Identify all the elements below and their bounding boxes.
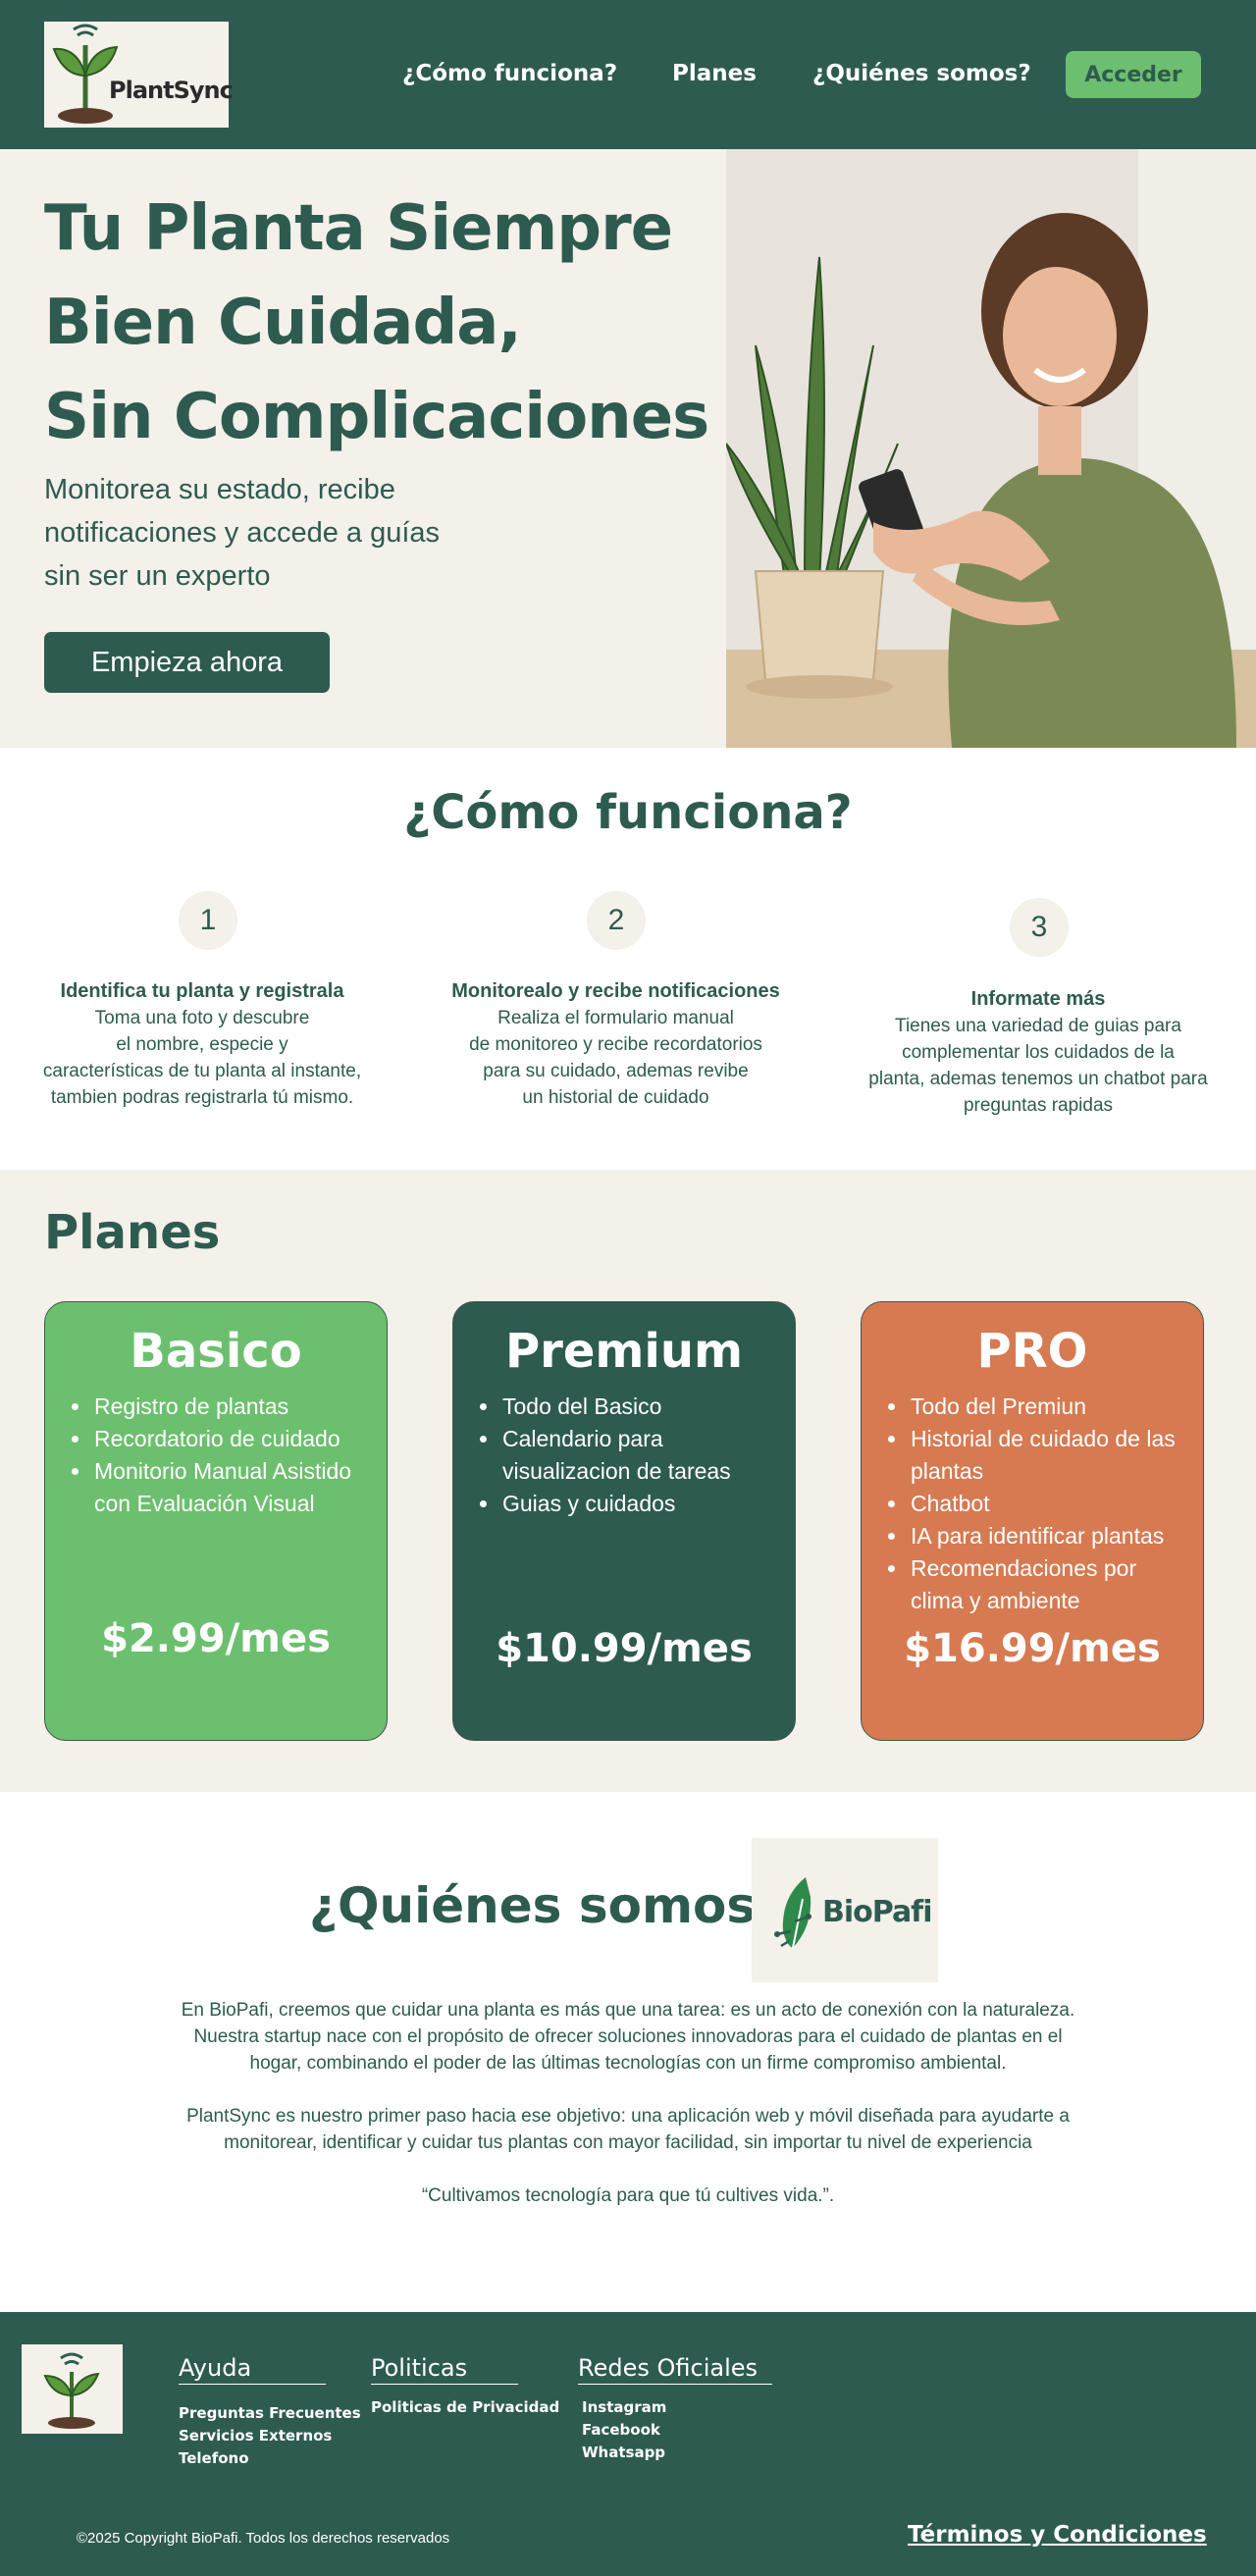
step-text-line: Toma una foto y descubre (94, 1008, 310, 1028)
step-text-line: Tienes una variedad de guias para (895, 1016, 1181, 1036)
hero-title-line: Sin Complicaciones (44, 381, 709, 453)
plan-features: Todo del Basico Calendario para visualiz… (500, 1391, 785, 1520)
about-line: hogar, combinando el poder de las última… (249, 2053, 1007, 2074)
footer-link[interactable]: Facebook (582, 2419, 666, 2442)
plantsync-logo[interactable]: PlantSync (44, 22, 234, 128)
about-line: PlantSync es nuestro primer paso hacia e… (186, 2106, 1070, 2127)
hero-section: Tu Planta Siempre Bien Cuidada, Sin Comp… (0, 149, 1256, 748)
hero-title-line: Tu Planta Siempre (44, 192, 673, 265)
footer-link[interactable]: Instagram (582, 2396, 666, 2419)
step-text-line: planta, ademas tenemos un chatbot para (868, 1069, 1208, 1089)
about-title: ¿Quiénes somos? (309, 1877, 785, 1934)
nav-como-funciona[interactable]: ¿Cómo funciona? (402, 61, 617, 86)
about-line: Nuestra startup nace con el propósito de… (193, 2026, 1063, 2047)
site-header: PlantSync ¿Cómo funciona? Planes ¿Quiéne… (0, 0, 1256, 149)
step-number-badge: 3 (1010, 898, 1069, 957)
terms-link[interactable]: Términos y Condiciones (908, 2522, 1207, 2548)
step-text-line: preguntas rapidas (963, 1095, 1114, 1116)
plan-features: Todo del Premiun Historial de cuidado de… (909, 1391, 1193, 1617)
woman-with-plant-illustration (726, 149, 1256, 748)
plan-card-premium[interactable]: Premium Todo del Basico Calendario para … (452, 1301, 796, 1741)
nav-planes[interactable]: Planes (672, 61, 757, 86)
plan-feature: IA para identificar plantas (909, 1520, 1193, 1552)
step-title: Informate más (970, 988, 1106, 1010)
plan-card-basico[interactable]: Basico Registro de plantas Recordatorio … (44, 1301, 388, 1741)
footer-column-title: Ayuda (179, 2354, 326, 2385)
footer-column-title: Redes Oficiales (578, 2354, 772, 2385)
plans-title: Planes (44, 1205, 221, 1260)
step-title: Monitorealo y recibe notificaciones (451, 980, 780, 1002)
site-footer: Ayuda Preguntas Frecuentes Servicios Ext… (0, 2312, 1256, 2576)
plant-logo-icon (52, 24, 119, 124)
step-3: Informate más Tienes una variedad de gui… (842, 986, 1234, 1119)
plan-price: $2.99/mes (101, 1616, 331, 1661)
nav-quienes-somos[interactable]: ¿Quiénes somos? (812, 61, 1031, 86)
plan-feature: Chatbot (909, 1488, 1193, 1520)
plan-feature: Recomendaciones por clima y ambiente (909, 1552, 1193, 1617)
footer-links-redes: Instagram Facebook Whatsapp (582, 2396, 666, 2464)
step-title: Identifica tu planta y registrala (60, 980, 344, 1002)
hero-title-line: Bien Cuidada, (44, 287, 522, 359)
about-text: En BioPafi, creemos que cuidar una plant… (137, 1997, 1119, 2235)
about-paragraph: En BioPafi, creemos que cuidar una plant… (137, 1997, 1119, 2077)
plan-name: Basico (130, 1324, 302, 1379)
plan-feature: Historial de cuidado de las plantas (909, 1423, 1193, 1488)
step-text-line: características de tu planta al instante… (42, 1061, 362, 1081)
about-line: En BioPafi, creemos que cuidar una plant… (181, 2000, 1075, 2021)
footer-links-politicas: Politicas de Privacidad (371, 2396, 559, 2419)
plan-card-pro[interactable]: PRO Todo del Premiun Historial de cuidad… (861, 1301, 1204, 1741)
plan-feature: Todo del Basico (500, 1391, 785, 1423)
step-text-line: Realiza el formulario manual (497, 1008, 734, 1028)
footer-logo[interactable] (22, 2344, 123, 2434)
footer-links-ayuda: Preguntas Frecuentes Servicios Externos … (179, 2402, 361, 2470)
step-number-badge: 1 (179, 891, 237, 950)
login-button[interactable]: Acceder (1066, 51, 1201, 98)
plan-features: Registro de plantas Recordatorio de cuid… (92, 1391, 377, 1520)
plan-feature: Guias y cuidados (500, 1488, 785, 1520)
footer-link[interactable]: Preguntas Frecuentes (179, 2402, 361, 2425)
how-it-works-title: ¿Cómo funciona? (403, 785, 853, 840)
hero-subtitle-line: notificaciones y accede a guías (44, 517, 441, 549)
hero-subtitle-line: sin ser un experto (44, 560, 271, 592)
hero-subtitle: Monitorea su estado, recibe notificacion… (44, 468, 515, 598)
plans-section: Planes Basico Registro de plantas Record… (0, 1170, 1256, 1792)
about-line: “Cultivamos tecnología para que tú culti… (421, 2185, 835, 2206)
step-text-line: el nombre, especie y (116, 1034, 288, 1055)
step-text-line: un historial de cuidado (522, 1087, 709, 1108)
plan-feature: Monitorio Manual Asistido con Evaluación… (92, 1455, 377, 1520)
step-text-line: de monitoreo y recibe recordatorios (469, 1034, 762, 1055)
plant-logo-icon (43, 2352, 100, 2429)
step-text-line: complementar los cuidados de la (902, 1042, 1175, 1063)
step-number-badge: 2 (587, 891, 646, 950)
footer-link[interactable]: Whatsapp (582, 2442, 666, 2464)
step-text-line: tambien podras registrarla tú mismo. (50, 1087, 354, 1108)
step-text-line: para su cuidado, ademas revibe (483, 1061, 749, 1081)
start-now-button[interactable]: Empieza ahora (44, 632, 330, 693)
step-2: Monitorealo y recibe notificaciones Real… (412, 978, 819, 1111)
copyright-text: ©2025 Copyright BioPafi. Todos los derec… (77, 2530, 450, 2547)
hero-subtitle-line: Monitorea su estado, recibe (44, 474, 395, 505)
logo-text: PlantSync (109, 77, 234, 104)
hero-title: Tu Planta Siempre Bien Cuidada, Sin Comp… (44, 182, 711, 464)
plan-feature: Recordatorio de cuidado (92, 1423, 377, 1455)
step-1: Identifica tu planta y registrala Toma u… (20, 978, 385, 1111)
biopafi-logo: BioPafi (752, 1838, 938, 1982)
footer-column-title: Politicas (371, 2354, 518, 2385)
plan-feature: Calendario para visualizacion de tareas (500, 1423, 785, 1488)
hero-image (726, 149, 1256, 748)
footer-link[interactable]: Telefono (179, 2447, 361, 2470)
plan-name: PRO (976, 1324, 1088, 1379)
plan-feature: Registro de plantas (92, 1391, 377, 1423)
biopafi-logo-text: BioPafi (822, 1895, 933, 1929)
footer-link[interactable]: Politicas de Privacidad (371, 2396, 559, 2419)
about-line: monitorear, identificar y cuidar tus pla… (224, 2132, 1032, 2153)
plan-name: Premium (504, 1324, 744, 1379)
plan-feature: Todo del Premiun (909, 1391, 1193, 1423)
about-paragraph: PlantSync es nuestro primer paso hacia e… (137, 2103, 1119, 2156)
plan-price: $16.99/mes (904, 1626, 1161, 1671)
about-quote: “Cultivamos tecnología para que tú culti… (137, 2182, 1119, 2209)
plan-price: $10.99/mes (496, 1626, 753, 1671)
footer-link[interactable]: Servicios Externos (179, 2425, 361, 2447)
